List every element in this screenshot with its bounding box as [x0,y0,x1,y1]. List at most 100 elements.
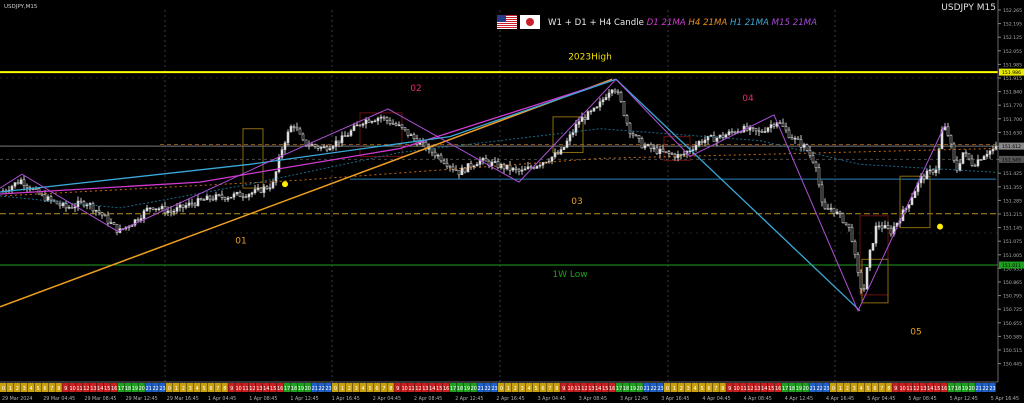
candle-body [349,130,353,136]
hour-label: 13 [588,386,594,392]
candle-body [265,186,269,189]
candle-body [217,194,221,196]
header: USDJPY,M15 USDJPY M15 W1 + D1 + H4 Candle … [4,3,996,29]
candle-body [253,189,257,194]
legend-item: H4 21MA [688,18,730,28]
candle-body [781,122,785,127]
h1-ma-line [0,78,861,312]
time-label: 1 Apr 08:45 [249,396,277,402]
candle-body [151,207,155,210]
candle-body [859,272,863,290]
time-label: 29 Mar 16:45 [167,396,199,402]
candle-body [328,148,332,151]
price-tick-label: 151.005 [1003,253,1022,259]
candle-body [289,126,293,133]
candle-body [949,135,953,145]
candle-body [331,146,335,149]
candle-body [952,143,956,161]
hour-label: 6 [375,386,378,392]
candle-body [913,191,917,199]
candle-body [79,200,83,203]
candle-body [388,120,392,124]
price-chart[interactable]: 2023High02040301051W Low 152.265152.1951… [0,0,1024,403]
candle-body [475,164,479,167]
candle-body [760,131,764,133]
candle-body [541,162,545,166]
hour-label: 14 [429,386,435,392]
candle-body [370,120,374,123]
candle-body [472,165,476,168]
symbol-label: USDJPY,M15 [4,4,38,10]
candle-body [142,210,146,219]
time-label: 3 Apr 04:45 [538,396,566,402]
candle-body [394,123,398,126]
candle-body [307,144,311,147]
hour-label: 15 [436,386,442,392]
candle-body [466,163,470,173]
candle-body [889,227,893,235]
candle-body [310,144,314,146]
hour-label: 9 [728,386,731,392]
hour-label: 20 [969,386,975,392]
candle-body [817,167,821,186]
candle-body [850,226,854,242]
candle-body [64,202,68,209]
candle-body [520,169,524,172]
hour-label: 15 [768,386,774,392]
candle-body [826,208,830,211]
candle-body [553,152,557,158]
hour-label: 20 [637,386,643,392]
price-tick-label: 150.865 [1003,280,1022,286]
hour-label: 21 [146,386,152,392]
hour-label: 18 [955,386,961,392]
hour-label: 1 [341,386,344,392]
candle-body [766,127,770,132]
candle-body [382,116,386,119]
hour-label: 20 [471,386,477,392]
hour-label: 18 [623,386,629,392]
hour-label: 16 [111,386,117,392]
flag-stripe [497,25,517,26]
candle-body [763,131,767,133]
candle-body [835,211,839,215]
candle-body [313,144,317,147]
candle-body [877,225,881,228]
hour-label: 2 [348,386,351,392]
candle-body [568,134,572,142]
hour-label: 12 [747,386,753,392]
candle-body [403,127,407,131]
candle-body [103,214,107,217]
time-label: 29 Mar 04:45 [43,396,75,402]
time-label: 2 Apr 04:45 [373,396,401,402]
annotation-label: 02 [410,84,421,94]
hour-label: 1 [673,386,676,392]
legend-item: M15 21MA [772,18,817,28]
hour-label: 17 [948,386,954,392]
hour-label: 14 [595,386,601,392]
candle-body [19,179,23,185]
candle-body [301,133,305,141]
candle-body [97,209,101,213]
candle-body [841,213,845,224]
candle-body [145,207,149,212]
candle-body [205,195,209,201]
candle-body [70,207,74,209]
hour-label: 1 [839,386,842,392]
hour-label: 3 [687,386,690,392]
hour-label: 3 [23,386,26,392]
hour-label: 22 [484,386,490,392]
hour-label: 8 [887,386,890,392]
candle-body [379,116,383,119]
candle-body [211,198,215,201]
candle-body [106,214,110,224]
hour-label: 16 [443,386,449,392]
candle-body [838,211,842,214]
candle-body [988,150,992,155]
candle-body [637,135,641,139]
candle-body [376,117,380,122]
candle-body [94,209,98,212]
price-tick-label: 151.285 [1003,198,1022,204]
candle-body [868,249,872,268]
legend-item: H1 21MA [730,18,772,28]
candle-body [100,212,104,216]
